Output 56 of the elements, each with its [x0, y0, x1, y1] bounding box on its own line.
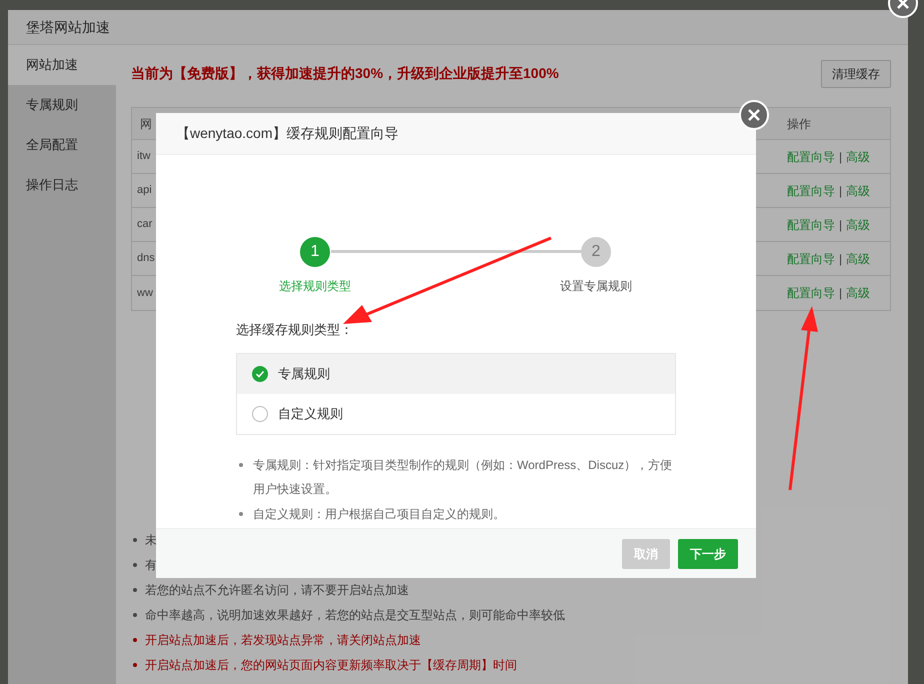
dialog-title: 【wenytao.com】缓存规则配置向导	[156, 113, 756, 155]
notice-text: 当前为【免费版】，获得加速提升的30%，升级到企业版提升至100%	[131, 64, 559, 83]
wizard-link[interactable]: 配置向导	[787, 250, 835, 268]
close-icon[interactable]	[739, 100, 769, 130]
column-header: 操作	[787, 116, 812, 132]
step-label: 选择规则类型	[279, 278, 351, 295]
wizard-link[interactable]: 配置向导	[787, 148, 835, 166]
radio-icon	[252, 406, 268, 422]
table-cell-text: dns	[137, 251, 155, 266]
advanced-link[interactable]: 高级	[846, 182, 870, 200]
tip-text: 开启站点加速后，若发现站点异常，请关闭站点加速	[145, 632, 421, 648]
step-number: 1	[300, 237, 330, 267]
step-number: 2	[581, 237, 611, 267]
advanced-link[interactable]: 高级	[846, 250, 870, 268]
advanced-link[interactable]: 高级	[846, 216, 870, 234]
bullet-icon	[133, 562, 137, 566]
sidebar-item[interactable]: 全局配置	[8, 125, 116, 165]
tip-text: 若您的站点不允许匿名访问，请不要开启站点加速	[145, 582, 409, 598]
wizard-link[interactable]: 配置向导	[787, 182, 835, 200]
sidebar-item[interactable]: 专属规则	[8, 85, 116, 125]
next-button[interactable]: 下一步	[678, 538, 738, 568]
step-label: 设置专属规则	[560, 278, 632, 295]
separator-text: |	[839, 148, 842, 166]
advanced-link[interactable]: 高级	[846, 148, 870, 166]
advanced-link[interactable]: 高级	[846, 284, 870, 302]
separator-text: |	[839, 216, 842, 234]
radio-option[interactable]: 专属规则	[237, 354, 675, 394]
bullet-icon	[133, 588, 137, 592]
separator-text: |	[839, 182, 842, 200]
tip-text: 开启站点加速后，您的网站页面内容更新频率取决于【缓存周期】时间	[145, 656, 517, 674]
separator-text: |	[839, 250, 842, 268]
tip-text: 未	[145, 532, 157, 548]
bullet-icon	[133, 538, 137, 542]
note-text: 自定义规则：用户根据自己项目自定义的规则。	[236, 502, 676, 526]
column-header: 网	[140, 116, 152, 132]
separator-text: |	[839, 285, 842, 302]
tip-text: 命中率越高，说明加速效果越好，若您的站点是交互型站点，则可能命中率较低	[145, 606, 565, 624]
wizard-link[interactable]: 配置向导	[787, 216, 835, 234]
bullet-icon	[133, 612, 137, 616]
prompt-label: 选择缓存规则类型：	[236, 321, 354, 339]
bullet-icon	[133, 662, 137, 666]
bullet-icon	[133, 638, 137, 642]
sidebar-item[interactable]: 网站加速	[8, 45, 116, 85]
note-text: 专属规则：针对指定项目类型制作的规则（例如：WordPress、Discuz），方便用户快速设置。	[236, 452, 676, 500]
table-cell-text: api	[137, 183, 152, 198]
table-cell-text: itw	[137, 149, 150, 164]
wizard-link[interactable]: 配置向导	[787, 284, 835, 302]
clear-cache-button[interactable]: 清理缓存	[821, 60, 891, 88]
bullet-icon	[239, 462, 243, 466]
check-circle-icon	[252, 366, 268, 382]
sidebar-item[interactable]: 操作日志	[8, 165, 116, 205]
tip-text: 有	[145, 556, 157, 574]
bullet-icon	[239, 512, 243, 516]
table-cell-text: ww	[137, 286, 153, 301]
window-title: 堡塔网站加速	[8, 10, 908, 45]
table-cell-text: car	[137, 217, 152, 232]
